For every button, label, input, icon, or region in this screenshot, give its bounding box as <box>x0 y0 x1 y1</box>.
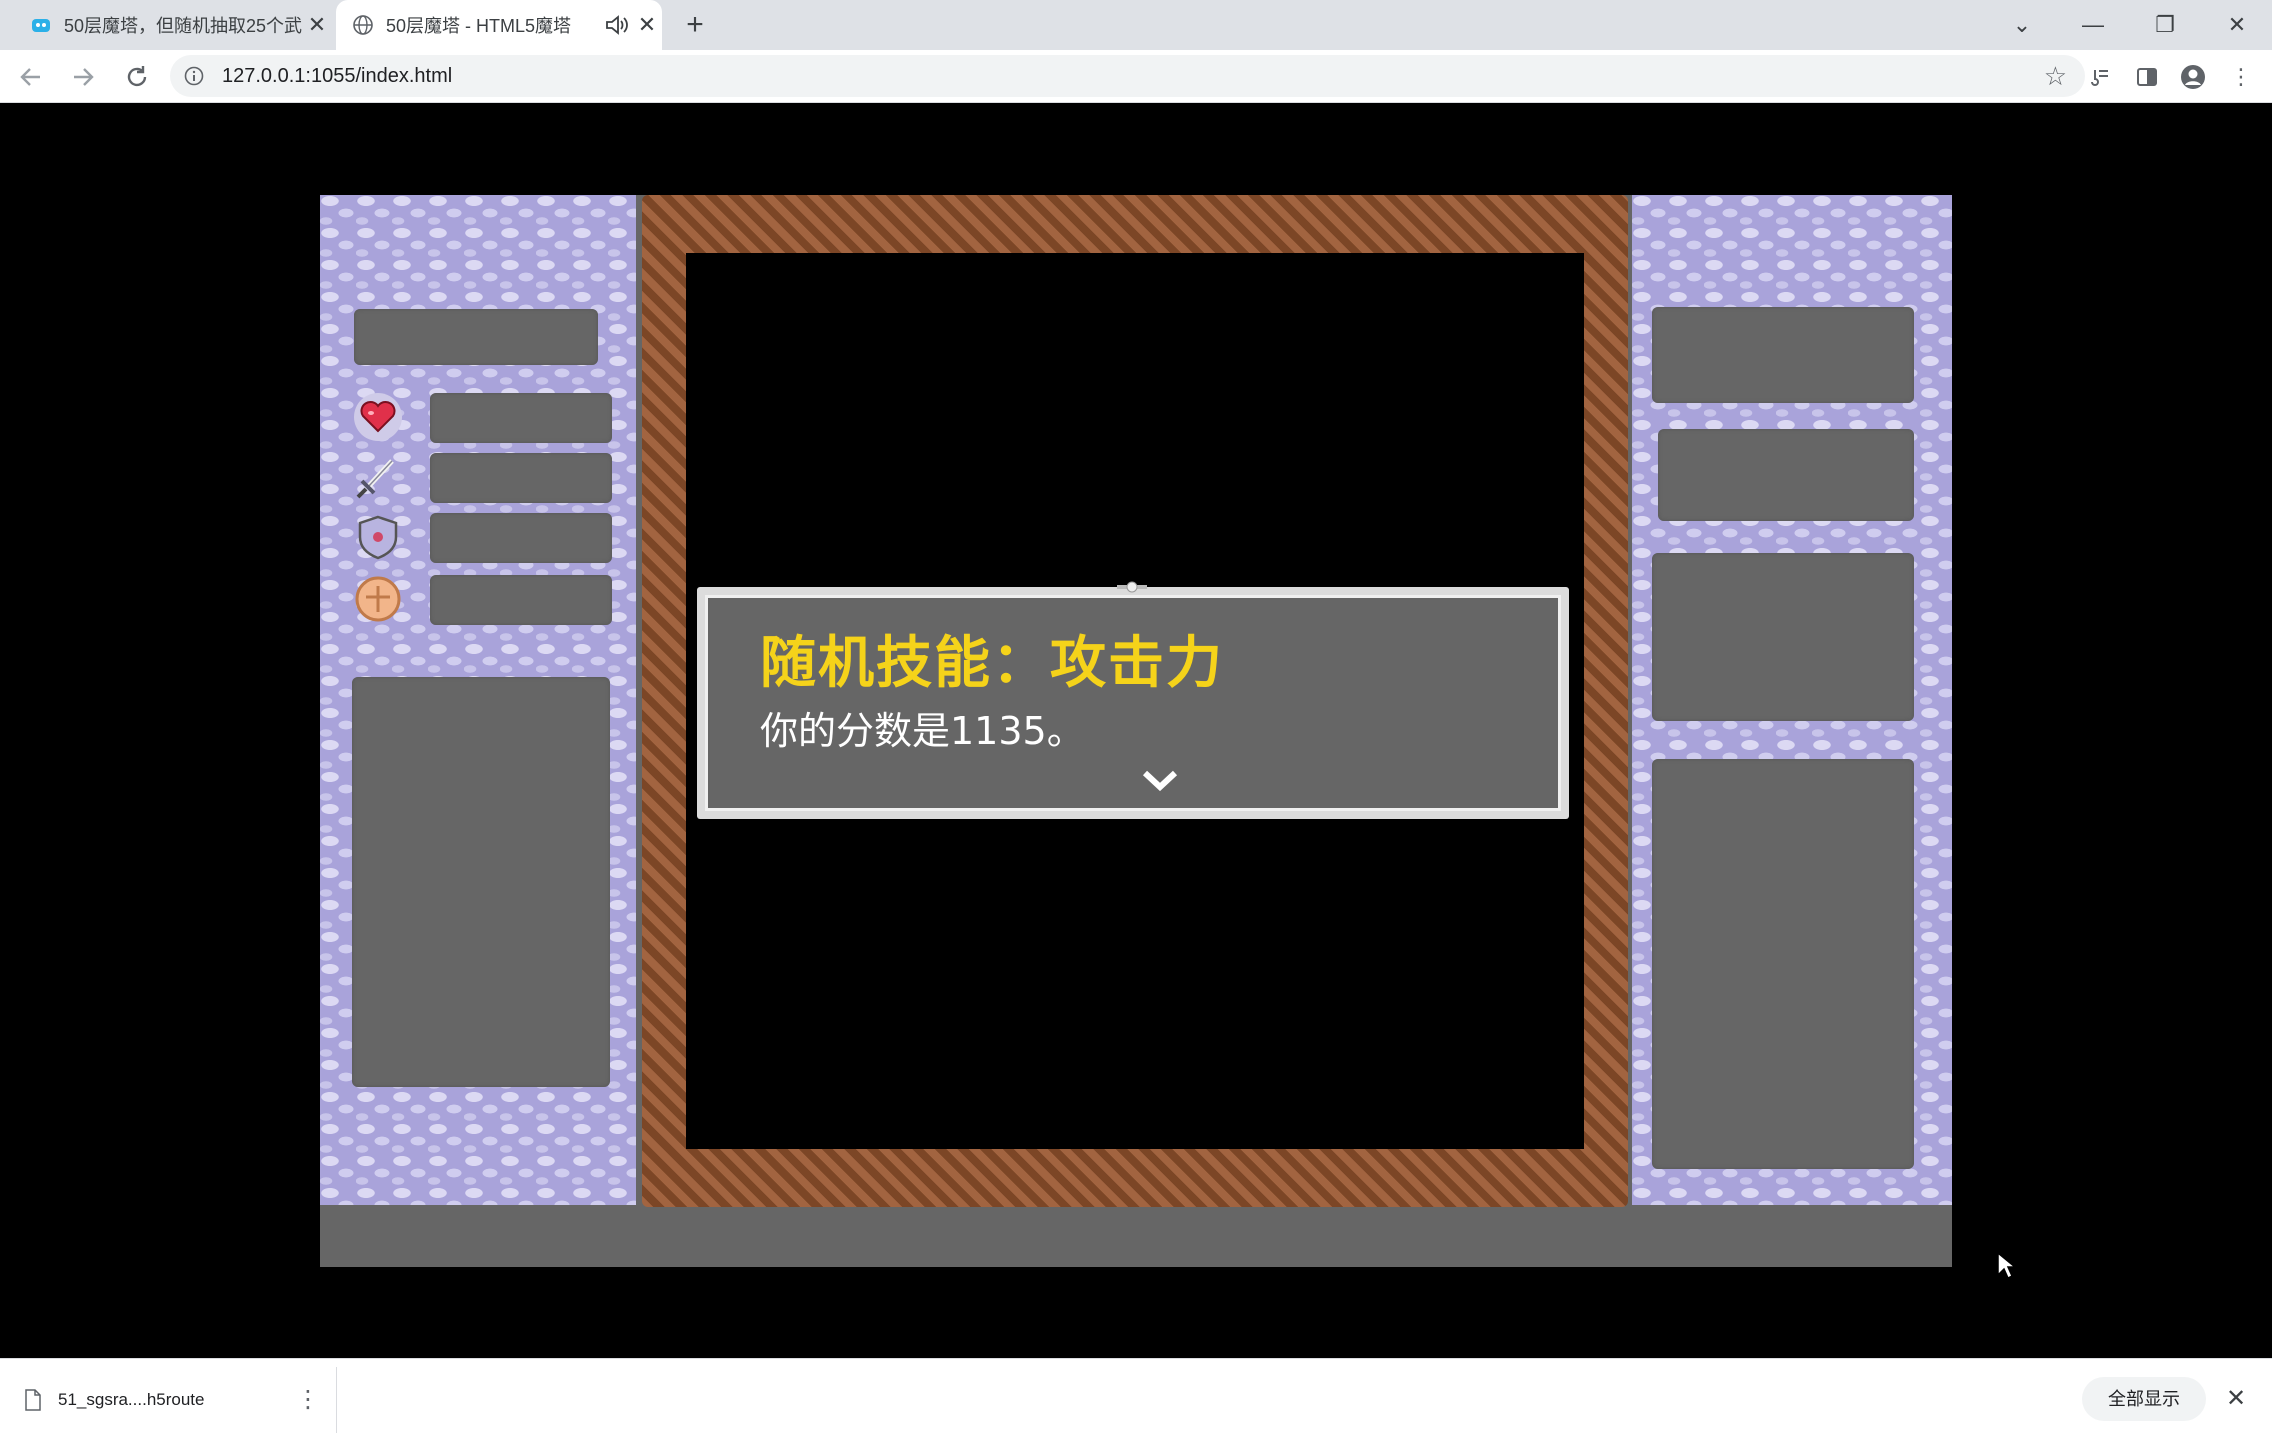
dialog-body: 随机技能：攻击力 你的分数是1135。 <box>705 595 1561 811</box>
continue-chevron-down-icon[interactable] <box>1142 770 1178 792</box>
side-panel-icon[interactable] <box>2132 62 2162 92</box>
download-bar: 51_sgsra....h5route ⋮ 全部显示 ✕ <box>0 1358 2272 1441</box>
right-slot-1 <box>1652 307 1914 403</box>
keys-inventory-slot <box>352 677 610 1087</box>
right-slot-2 <box>1658 429 1914 521</box>
heart-icon <box>354 393 402 441</box>
tab-2-close-icon[interactable]: ✕ <box>632 12 662 38</box>
reload-icon[interactable] <box>120 60 154 94</box>
tab-1[interactable]: 50层魔塔，但随机抽取25个武 ✕ <box>14 0 332 50</box>
tab-1-title: 50层魔塔，但随机抽取25个武 <box>64 16 302 36</box>
attack-slot <box>430 453 612 503</box>
browser-toolbar: 127.0.0.1:1055/index.html ☆ ⋮ <box>0 50 2272 103</box>
back-arrow-icon[interactable] <box>14 60 48 94</box>
tab-1-close-icon[interactable]: ✕ <box>302 12 332 38</box>
dialog-title: 随机技能：攻击力 <box>760 631 1224 696</box>
left-status-panel <box>320 195 636 1205</box>
forward-arrow-icon[interactable] <box>66 60 100 94</box>
download-bar-close-icon[interactable]: ✕ <box>2226 1381 2246 1417</box>
bilibili-favicon-icon <box>32 19 50 32</box>
profile-avatar-icon[interactable] <box>2178 62 2208 92</box>
restore-button[interactable]: ❐ <box>2130 0 2200 50</box>
download-file-name: 51_sgsra....h5route <box>58 1390 205 1409</box>
dialog-top-knob <box>1117 581 1147 593</box>
right-slot-3 <box>1652 553 1914 721</box>
browser-menu-icon[interactable]: ⋮ <box>2226 62 2256 92</box>
game-canvas[interactable]: 随机技能：攻击力 你的分数是1135。 <box>320 195 2016 1280</box>
tab-2-title: 50层魔塔 - HTML5魔塔 <box>386 16 572 36</box>
address-bar[interactable]: 127.0.0.1:1055/index.html ☆ <box>170 55 2085 97</box>
defense-slot <box>430 513 612 563</box>
media-control-icon[interactable] <box>2084 62 2114 92</box>
message-dialog[interactable]: 随机技能：攻击力 你的分数是1135。 <box>697 581 1569 819</box>
window-close-button[interactable]: ✕ <box>2202 0 2272 50</box>
file-icon <box>25 1389 41 1411</box>
sword-icon <box>356 459 394 499</box>
gold-coin-icon <box>355 576 401 622</box>
floor-slot <box>354 309 598 365</box>
hp-slot <box>430 393 612 443</box>
download-item[interactable]: 51_sgsra....h5route <box>24 1359 204 1441</box>
globe-icon <box>353 15 373 35</box>
right-slot-4 <box>1652 759 1914 1169</box>
right-info-panel <box>1632 195 1952 1205</box>
dialog-message: 你的分数是1135。 <box>760 709 1085 753</box>
tab-strip: 50层魔塔，但随机抽取25个武 ✕ 50层魔塔 - HTML5魔塔 ✕ + ⌄ … <box>0 0 2272 50</box>
tab-search-chevron-down-icon[interactable]: ⌄ <box>1987 0 2057 50</box>
bookmark-star-icon[interactable]: ☆ <box>2044 63 2067 89</box>
url-text[interactable]: 127.0.0.1:1055/index.html <box>222 55 452 97</box>
speaker-icon[interactable] <box>602 14 632 36</box>
tab-2[interactable]: 50层魔塔 - HTML5魔塔 ✕ <box>336 0 662 50</box>
gold-slot <box>430 575 612 625</box>
shield-icon <box>358 515 398 560</box>
show-all-downloads-button[interactable]: 全部显示 <box>2082 1377 2206 1421</box>
download-more-icon[interactable]: ⋮ <box>296 1385 320 1415</box>
minimize-button[interactable]: — <box>2058 0 2128 50</box>
download-divider <box>336 1367 337 1433</box>
new-tab-button[interactable]: + <box>678 8 712 42</box>
site-info-icon[interactable] <box>184 66 204 86</box>
mouse-cursor-icon <box>1997 1251 2016 1280</box>
